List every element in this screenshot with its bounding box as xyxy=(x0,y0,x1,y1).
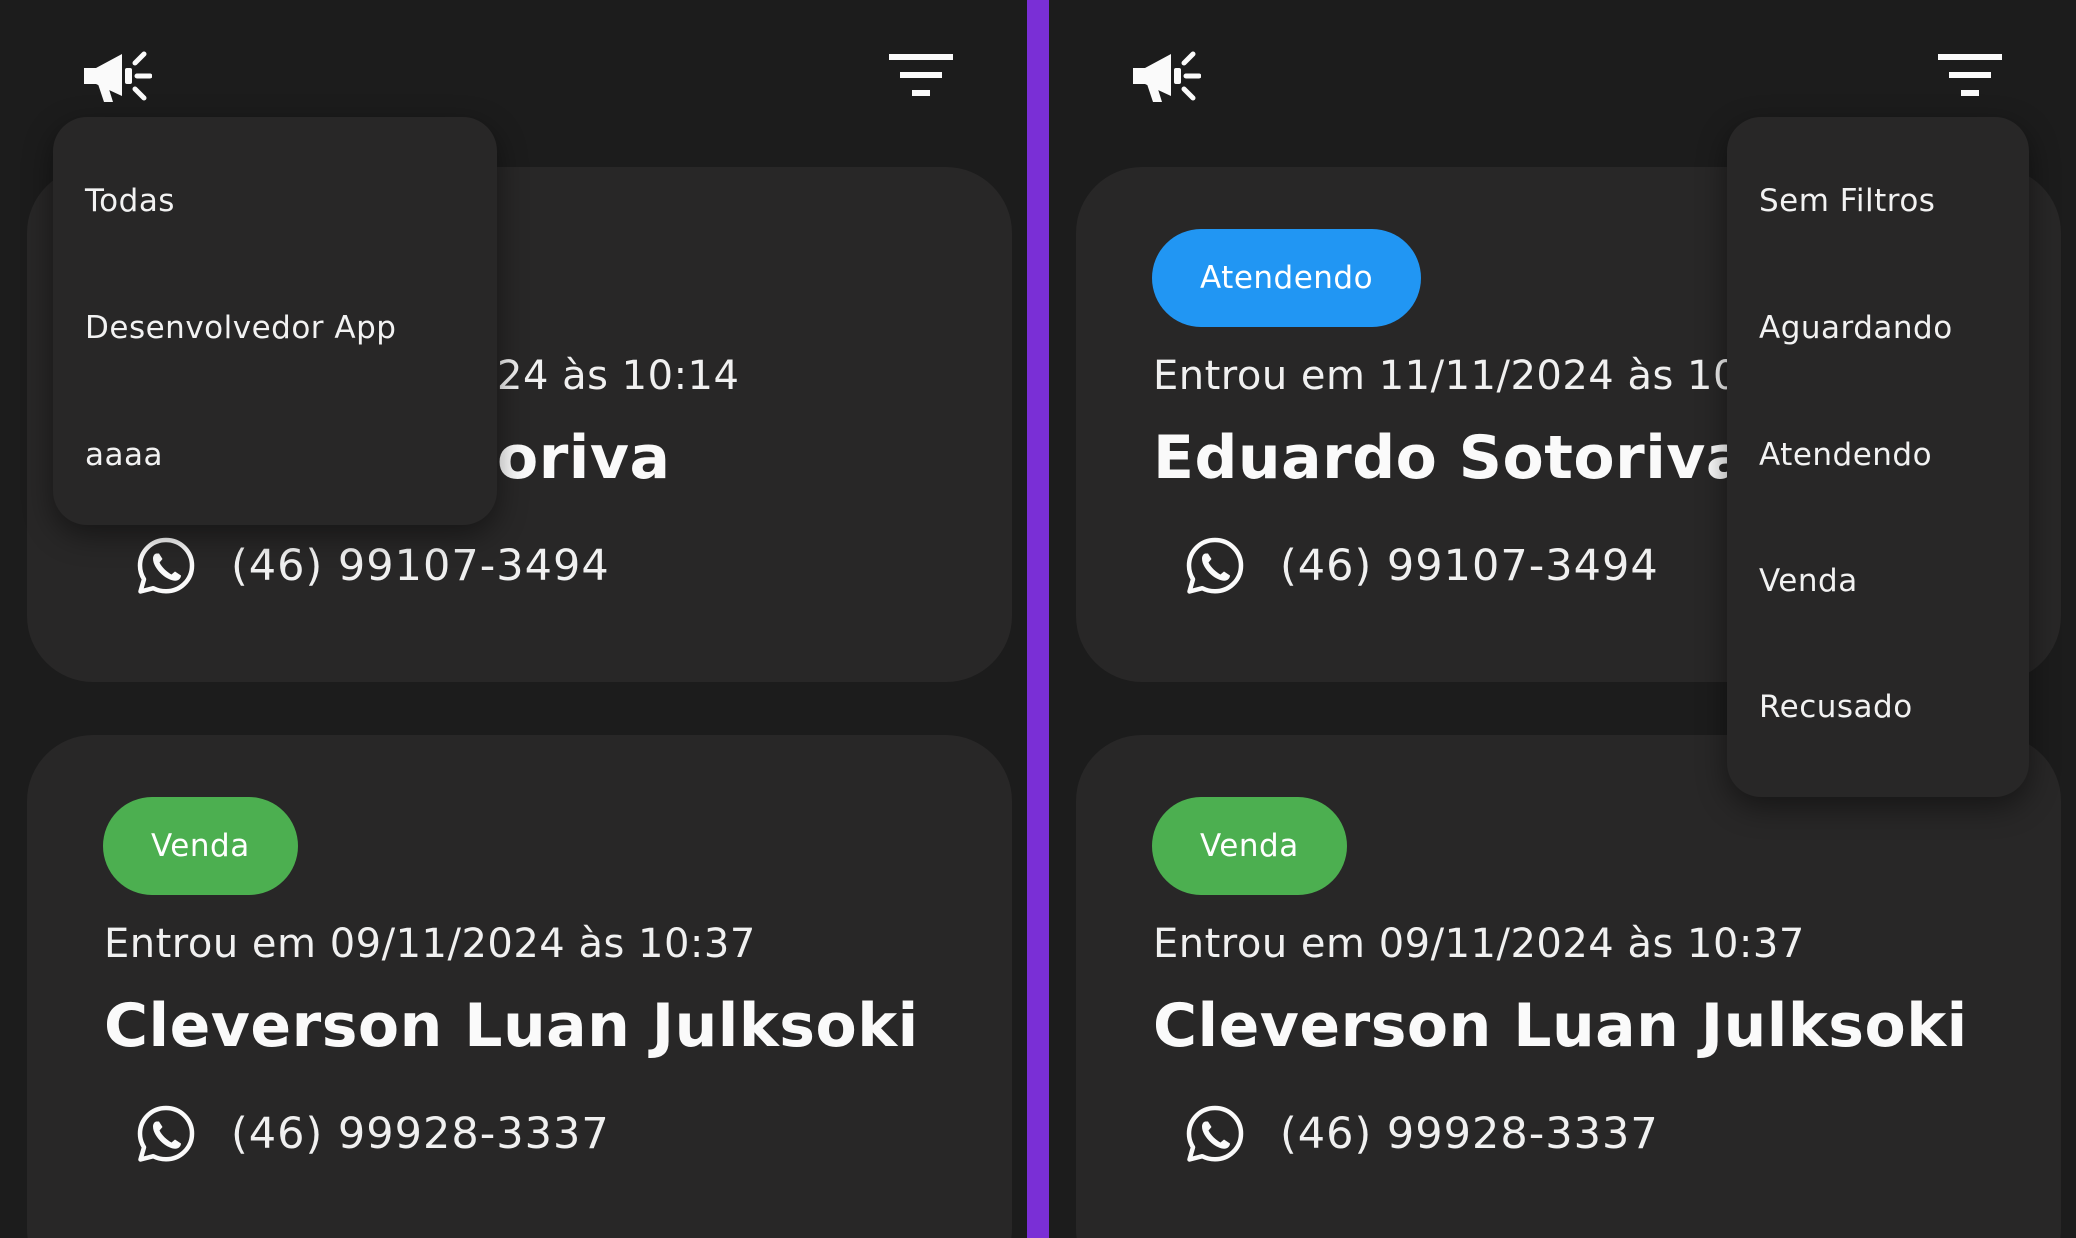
menu-item-atendendo[interactable]: Atendendo xyxy=(1759,437,1932,473)
megaphone-icon[interactable] xyxy=(82,46,152,106)
phone-number: (46) 99928-3337 xyxy=(1280,1109,1659,1159)
menu-item-aaaa[interactable]: aaaa xyxy=(85,437,163,473)
phone-number: (46) 99107-3494 xyxy=(231,541,610,591)
filter-icon[interactable] xyxy=(1938,52,2002,98)
divider xyxy=(1027,0,1049,1238)
whatsapp-icon[interactable] xyxy=(1184,535,1246,597)
phone-number: (46) 99107-3494 xyxy=(1280,541,1659,591)
menu-item-venda[interactable]: Venda xyxy=(1759,563,1858,599)
status-filter-menu: Sem Filtros Aguardando Atendendo Venda R… xyxy=(1727,117,2029,797)
status-badge: Venda xyxy=(1152,797,1347,895)
megaphone-icon[interactable] xyxy=(1131,46,1201,106)
menu-item-desenvolvedor-app[interactable]: Desenvolvedor App xyxy=(85,310,396,346)
entry-date: Entrou em 09/11/2024 às 10:37 xyxy=(104,921,756,967)
left-screen: 24 às 10:14 oriva (46) 99107-3494 Venda … xyxy=(0,0,1027,1238)
lead-card[interactable]: Venda Entrou em 09/11/2024 às 10:37 Clev… xyxy=(27,735,1012,1238)
lead-name: Cleverson Luan Julksoki xyxy=(104,991,919,1061)
lead-card[interactable]: Venda Entrou em 09/11/2024 às 10:37 Clev… xyxy=(1076,735,2061,1238)
menu-item-recusado[interactable]: Recusado xyxy=(1759,689,1913,725)
lead-name: Eduardo Sotoriva xyxy=(1153,423,1747,493)
phone-row[interactable]: (46) 99107-3494 xyxy=(1184,535,1659,597)
filter-icon[interactable] xyxy=(889,52,953,98)
entry-date: 24 às 10:14 xyxy=(497,353,740,399)
menu-item-sem-filtros[interactable]: Sem Filtros xyxy=(1759,183,1935,219)
screenshot-comparison: 24 às 10:14 oriva (46) 99107-3494 Venda … xyxy=(0,0,2076,1238)
status-badge: Atendendo xyxy=(1152,229,1422,327)
entry-date: Entrou em 09/11/2024 às 10:37 xyxy=(1153,921,1805,967)
whatsapp-icon[interactable] xyxy=(1184,1103,1246,1165)
phone-number: (46) 99928-3337 xyxy=(231,1109,610,1159)
menu-item-aguardando[interactable]: Aguardando xyxy=(1759,310,1953,346)
lead-name: oriva xyxy=(497,423,671,493)
lead-name: Cleverson Luan Julksoki xyxy=(1153,991,1968,1061)
whatsapp-icon[interactable] xyxy=(135,1103,197,1165)
menu-item-todas[interactable]: Todas xyxy=(85,183,175,219)
entry-date: Entrou em 11/11/2024 às 10:1 xyxy=(1153,353,1779,399)
whatsapp-icon[interactable] xyxy=(135,535,197,597)
status-badge: Venda xyxy=(103,797,298,895)
category-filter-menu: Todas Desenvolvedor App aaaa xyxy=(53,117,497,525)
right-screen: Atendendo Entrou em 11/11/2024 às 10:1 E… xyxy=(1049,0,2076,1238)
phone-row[interactable]: (46) 99928-3337 xyxy=(135,1103,610,1165)
phone-row[interactable]: (46) 99107-3494 xyxy=(135,535,610,597)
phone-row[interactable]: (46) 99928-3337 xyxy=(1184,1103,1659,1165)
